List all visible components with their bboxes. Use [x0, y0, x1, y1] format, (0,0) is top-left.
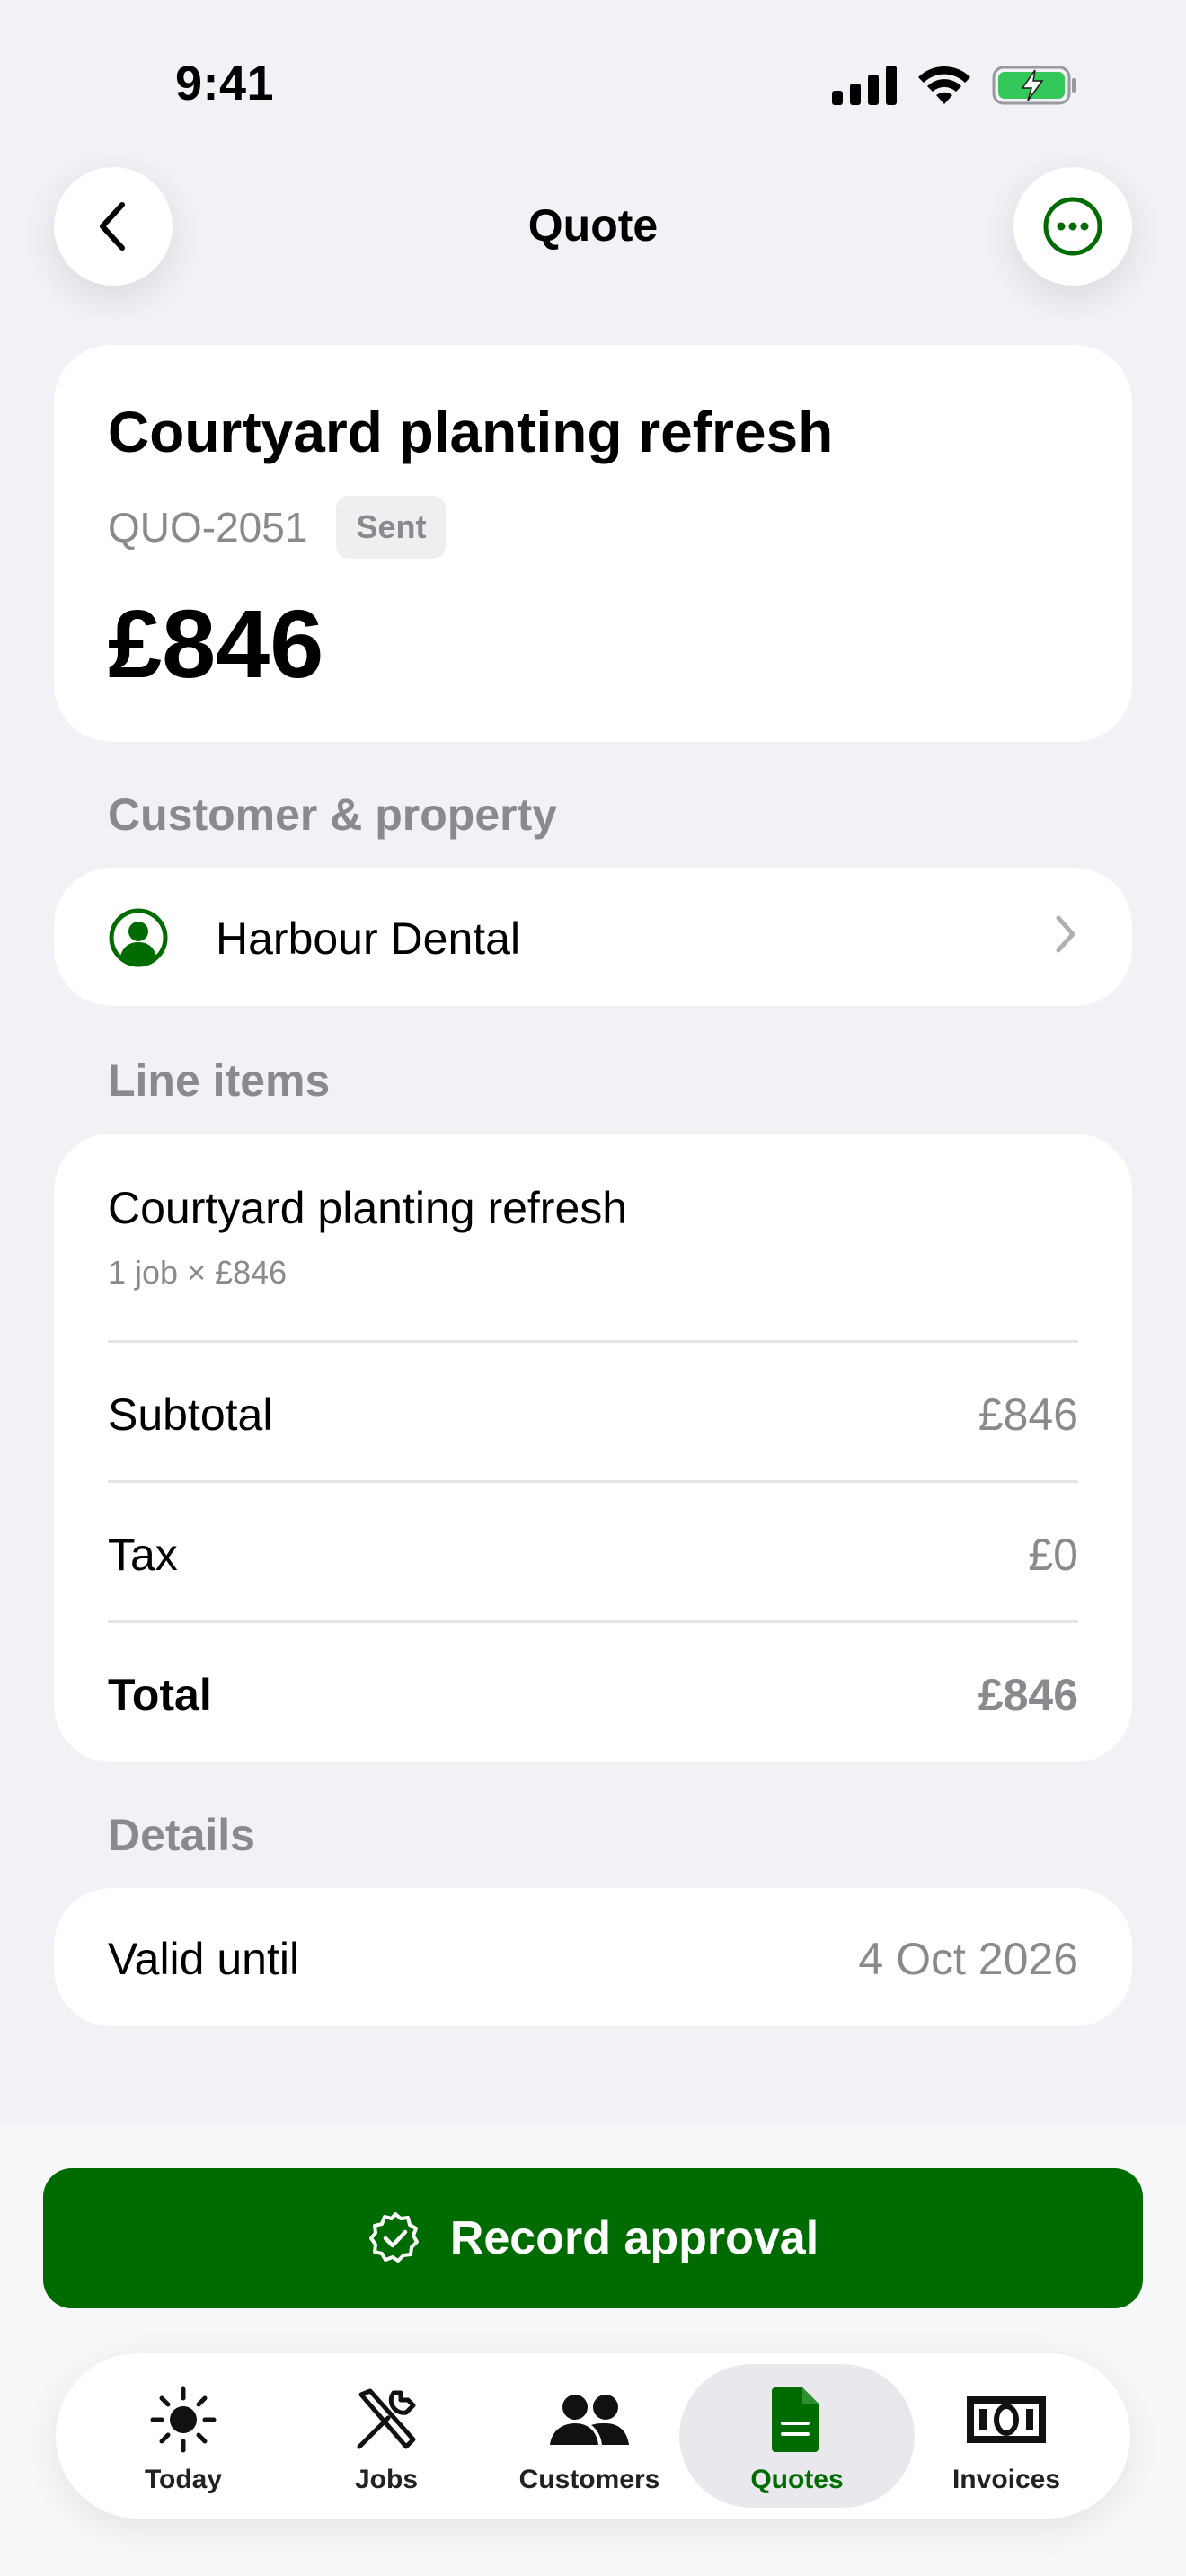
cellular-signal-icon: [832, 66, 897, 105]
wifi-icon: [918, 66, 970, 104]
people-icon: [550, 2395, 629, 2445]
line-item-title: Courtyard planting refresh: [108, 1183, 628, 1233]
divider: [108, 1480, 1078, 1483]
tab-label: Customers: [518, 2465, 660, 2494]
more-options-button[interactable]: [1013, 167, 1132, 286]
tab-today[interactable]: Today: [77, 2364, 289, 2508]
tab-label: Invoices: [951, 2465, 1061, 2494]
line-items-card: Courtyard planting refresh 1 job × £846 …: [54, 1134, 1132, 1762]
quote-summary-card: Courtyard planting refresh QUO-2051 Sent…: [54, 345, 1132, 742]
quote-number: QUO-2051: [108, 504, 308, 551]
tab-label: Today: [144, 2465, 223, 2494]
divider: [108, 1620, 1078, 1623]
subtotal-label: Subtotal: [108, 1389, 273, 1440]
details-section-label: Details: [108, 1810, 255, 1860]
total-label: Total: [108, 1670, 212, 1720]
ellipsis-circle-icon: [1043, 197, 1102, 256]
subtotal-value: £846: [978, 1389, 1078, 1440]
quote-title: Courtyard planting refresh: [108, 400, 834, 464]
status-badge: Sent: [336, 496, 447, 559]
tax-label: Tax: [108, 1530, 178, 1580]
tab-label: Quotes: [750, 2465, 844, 2494]
record-approval-button[interactable]: Record approval: [43, 2168, 1143, 2308]
status-time: 9:41: [175, 57, 275, 110]
quote-meta: QUO-2051 Sent: [108, 496, 447, 559]
line-item-quantity: 1 job × £846: [108, 1254, 288, 1291]
line-items-section-label: Line items: [108, 1055, 331, 1106]
tab-bar: Today Jobs Customers Quotes Invoices: [56, 2353, 1130, 2519]
valid-until-label: Valid until: [108, 1934, 300, 1984]
tax-value: £0: [1028, 1530, 1078, 1580]
total-value: £846: [978, 1670, 1078, 1720]
quote-total: £846: [108, 589, 324, 698]
tab-invoices[interactable]: Invoices: [900, 2364, 1112, 2508]
sun-icon: [150, 2386, 217, 2453]
tab-quotes[interactable]: Quotes: [679, 2364, 915, 2508]
customer-section-label: Customer & property: [108, 790, 558, 840]
customer-row[interactable]: Harbour Dental: [54, 868, 1132, 1006]
chevron-right-icon: [1056, 915, 1075, 953]
page-title: Quote: [527, 200, 659, 251]
tab-label: Jobs: [354, 2465, 419, 2494]
banknote-icon: [967, 2396, 1046, 2443]
battery-charging-icon: [992, 66, 1076, 105]
details-card: Valid until 4 Oct 2026: [54, 1888, 1132, 2026]
record-approval-label: Record approval: [449, 2212, 819, 2264]
valid-until-value: 4 Oct 2026: [858, 1934, 1078, 1984]
quote-screen: 9:41 Quote Courtyard planting refresh QU…: [0, 0, 1186, 2576]
divider: [108, 1340, 1078, 1343]
checkmark-seal-icon: [368, 2212, 419, 2263]
customer-name: Harbour Dental: [216, 913, 521, 964]
tab-jobs[interactable]: Jobs: [280, 2364, 492, 2508]
tools-icon: [357, 2388, 416, 2449]
tab-customers[interactable]: Customers: [483, 2364, 695, 2508]
person-circle-icon: [109, 908, 168, 967]
document-icon: [772, 2387, 819, 2452]
status-icons: [832, 65, 1078, 106]
